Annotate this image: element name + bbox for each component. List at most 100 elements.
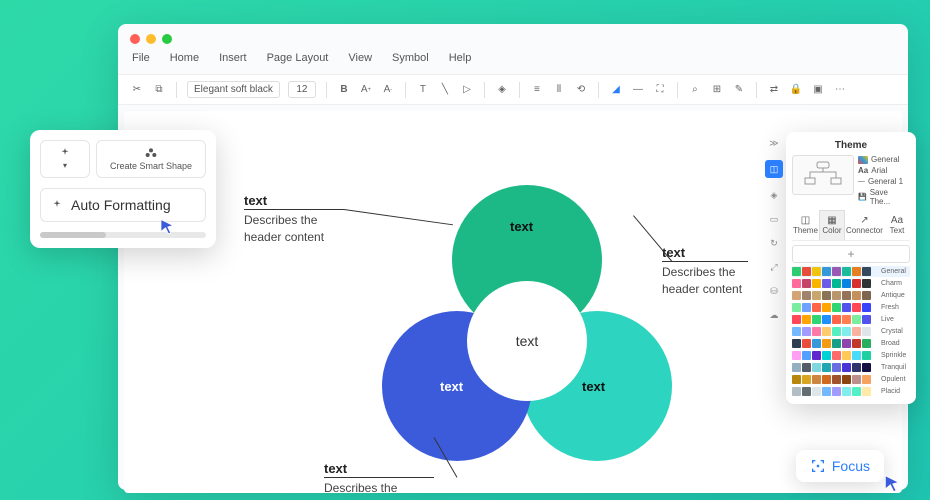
- color-swatch[interactable]: [822, 291, 831, 300]
- tab-text[interactable]: AaText: [884, 210, 910, 240]
- color-swatch[interactable]: [852, 363, 861, 372]
- color-swatch[interactable]: [862, 279, 871, 288]
- layers-icon[interactable]: ◈: [495, 83, 509, 97]
- palette-row-tranquil[interactable]: Tranquil: [792, 362, 910, 373]
- tab-color[interactable]: ▦Color: [819, 210, 845, 240]
- color-swatch[interactable]: [832, 267, 841, 276]
- menu-file[interactable]: File: [132, 52, 150, 64]
- search-icon[interactable]: ⌕: [688, 83, 702, 97]
- color-swatch[interactable]: [862, 291, 871, 300]
- rail-history-icon[interactable]: ↻: [767, 236, 781, 250]
- menu-insert[interactable]: Insert: [219, 52, 247, 64]
- rail-theme-icon[interactable]: ◫: [765, 160, 783, 178]
- line-tool-icon[interactable]: ╲: [438, 83, 452, 97]
- connector-icon[interactable]: ⇄: [767, 83, 781, 97]
- color-swatch[interactable]: [802, 363, 811, 372]
- rail-expand-icon[interactable]: ⤢: [767, 260, 781, 274]
- color-swatch[interactable]: [842, 339, 851, 348]
- color-swatch[interactable]: [792, 315, 801, 324]
- color-swatch[interactable]: [802, 387, 811, 396]
- color-swatch[interactable]: [842, 279, 851, 288]
- color-swatch[interactable]: [862, 267, 871, 276]
- color-swatch[interactable]: [792, 375, 801, 384]
- color-swatch[interactable]: [852, 279, 861, 288]
- color-swatch[interactable]: [792, 339, 801, 348]
- color-swatch[interactable]: [812, 375, 821, 384]
- color-swatch[interactable]: [812, 351, 821, 360]
- sparkle-dropdown[interactable]: ▾: [40, 140, 90, 178]
- text-tool-icon[interactable]: T: [416, 83, 430, 97]
- minimize-window-icon[interactable]: [146, 34, 156, 44]
- color-swatch[interactable]: [832, 387, 841, 396]
- palette-row-fresh[interactable]: Fresh: [792, 302, 910, 313]
- color-swatch[interactable]: [822, 267, 831, 276]
- color-swatch[interactable]: [822, 387, 831, 396]
- color-swatch[interactable]: [802, 351, 811, 360]
- color-swatch[interactable]: [862, 327, 871, 336]
- palette-row-crystal[interactable]: Crystal: [792, 326, 910, 337]
- color-swatch[interactable]: [842, 387, 851, 396]
- color-swatch[interactable]: [812, 279, 821, 288]
- auto-formatting-button[interactable]: Auto Formatting: [40, 188, 206, 222]
- color-swatch[interactable]: [802, 291, 811, 300]
- color-swatch[interactable]: [812, 327, 821, 336]
- copy-icon[interactable]: ⧉: [152, 83, 166, 97]
- add-palette-button[interactable]: +: [792, 245, 910, 263]
- color-swatch[interactable]: [802, 327, 811, 336]
- color-swatch[interactable]: [792, 351, 801, 360]
- color-swatch[interactable]: [832, 279, 841, 288]
- color-swatch[interactable]: [792, 279, 801, 288]
- theme-preview-thumb[interactable]: [792, 155, 854, 195]
- color-swatch[interactable]: [862, 375, 871, 384]
- rail-layers-icon[interactable]: ◈: [767, 188, 781, 202]
- palette-row-general[interactable]: General: [792, 266, 910, 277]
- color-swatch[interactable]: [842, 327, 851, 336]
- menu-symbol[interactable]: Symbol: [392, 52, 429, 64]
- color-swatch[interactable]: [842, 291, 851, 300]
- font-decrease-icon[interactable]: A-: [381, 83, 395, 97]
- menu-page-layout[interactable]: Page Layout: [267, 52, 329, 64]
- grid-icon[interactable]: ⊞: [710, 83, 724, 97]
- lock-icon[interactable]: 🔒: [789, 83, 803, 97]
- color-swatch[interactable]: [842, 363, 851, 372]
- palette-row-placid[interactable]: Placid: [792, 386, 910, 397]
- color-swatch[interactable]: [802, 279, 811, 288]
- rail-back-icon[interactable]: ≫: [767, 136, 781, 150]
- menu-help[interactable]: Help: [449, 52, 472, 64]
- rail-cart-icon[interactable]: ⛁: [767, 284, 781, 298]
- color-swatch[interactable]: [822, 279, 831, 288]
- color-swatch[interactable]: [852, 339, 861, 348]
- color-swatch[interactable]: [852, 267, 861, 276]
- color-swatch[interactable]: [832, 327, 841, 336]
- color-swatch[interactable]: [832, 339, 841, 348]
- tab-connector[interactable]: ↗Connector: [845, 210, 884, 240]
- color-swatch[interactable]: [812, 303, 821, 312]
- maximize-window-icon[interactable]: [162, 34, 172, 44]
- color-swatch[interactable]: [862, 351, 871, 360]
- color-swatch[interactable]: [792, 303, 801, 312]
- theme-item-general[interactable]: General: [858, 155, 910, 164]
- palette-row-charm[interactable]: Charm: [792, 278, 910, 289]
- palette-row-antique[interactable]: Antique: [792, 290, 910, 301]
- color-swatch[interactable]: [812, 339, 821, 348]
- color-swatch[interactable]: [842, 351, 851, 360]
- color-swatch[interactable]: [842, 315, 851, 324]
- color-swatch[interactable]: [822, 303, 831, 312]
- close-window-icon[interactable]: [130, 34, 140, 44]
- font-select[interactable]: Elegant soft black: [187, 81, 280, 98]
- color-swatch[interactable]: [812, 315, 821, 324]
- distribute-icon[interactable]: ⫴: [552, 83, 566, 97]
- theme-item-arial[interactable]: AaArial: [858, 166, 910, 175]
- color-swatch[interactable]: [842, 375, 851, 384]
- color-swatch[interactable]: [832, 303, 841, 312]
- color-swatch[interactable]: [862, 315, 871, 324]
- color-swatch[interactable]: [812, 291, 821, 300]
- menu-home[interactable]: Home: [170, 52, 199, 64]
- color-swatch[interactable]: [792, 291, 801, 300]
- more-icon[interactable]: ⋯: [833, 83, 847, 97]
- color-swatch[interactable]: [852, 327, 861, 336]
- cut-icon[interactable]: ✂: [130, 83, 144, 97]
- tab-theme[interactable]: ◫Theme: [792, 210, 819, 240]
- color-swatch[interactable]: [862, 303, 871, 312]
- color-swatch[interactable]: [802, 303, 811, 312]
